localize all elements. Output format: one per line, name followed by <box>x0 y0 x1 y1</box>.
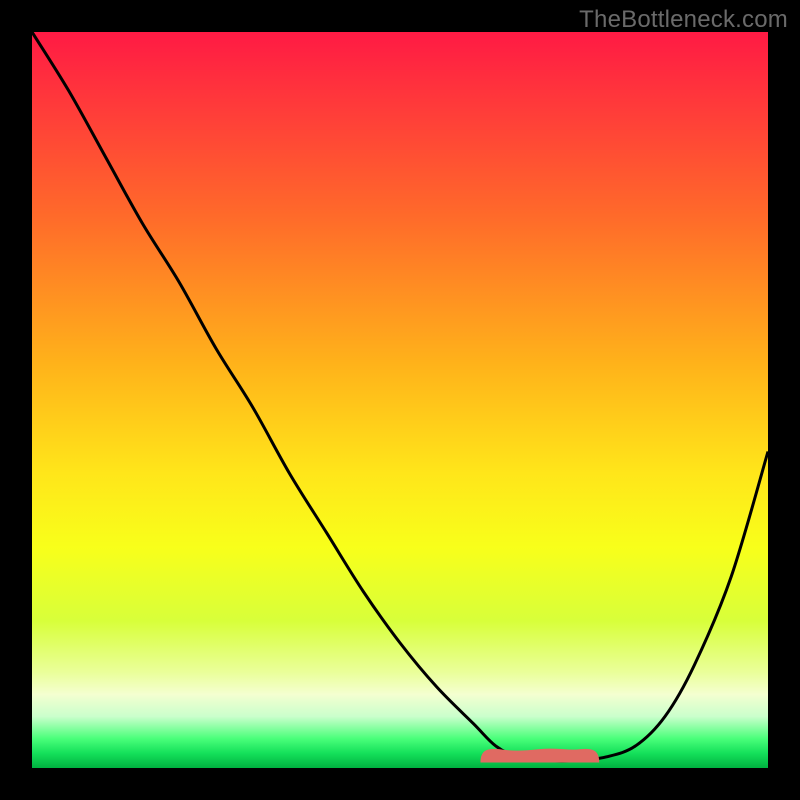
chart-container: TheBottleneck.com <box>0 0 800 800</box>
gradient-plot-background <box>32 32 768 768</box>
bottleneck-curve <box>32 32 768 768</box>
watermark-text: TheBottleneck.com <box>579 6 788 34</box>
